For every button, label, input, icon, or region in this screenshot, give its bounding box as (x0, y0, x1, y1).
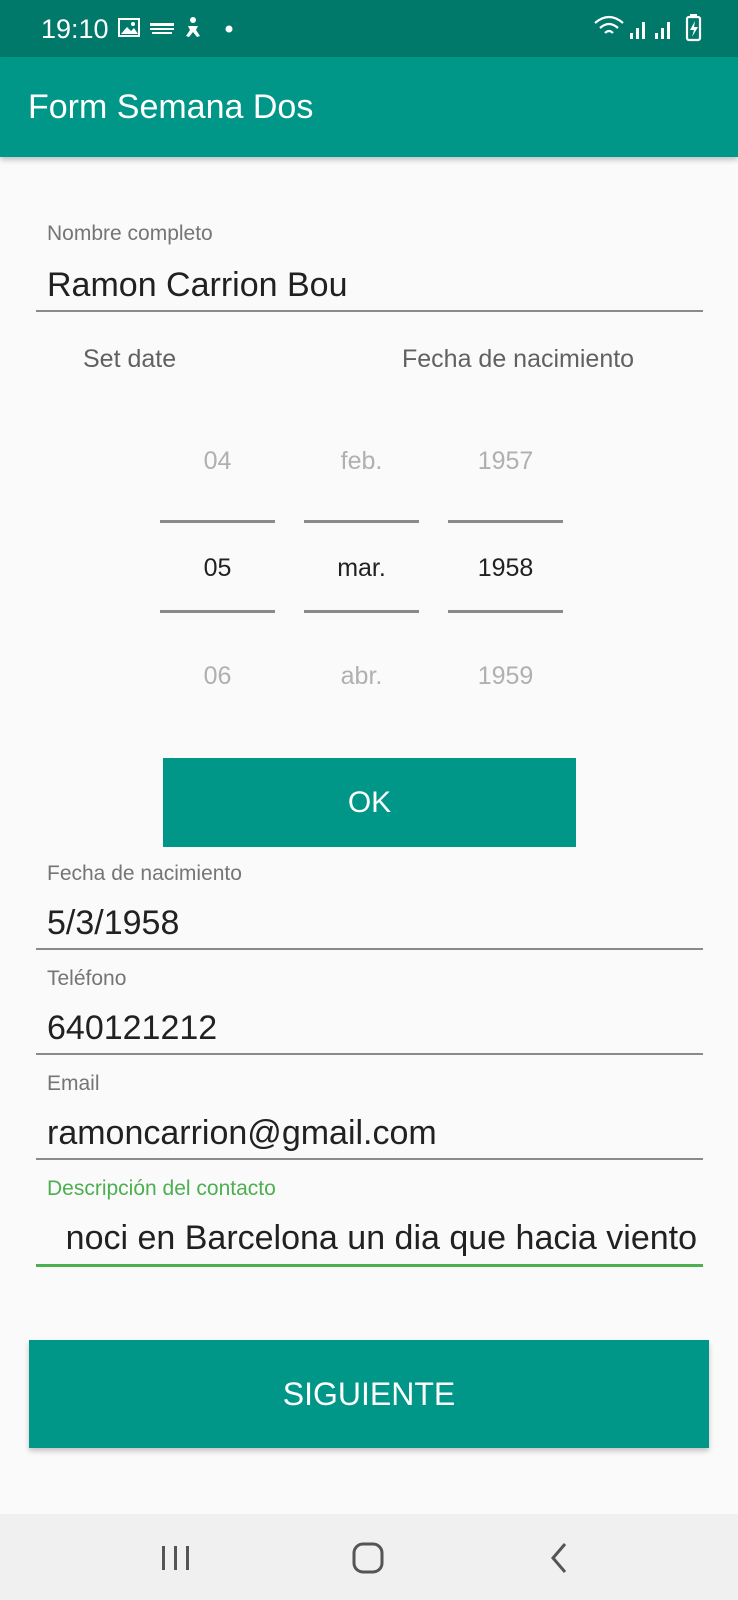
description-underline (36, 1264, 703, 1267)
full-name-label: Nombre completo (47, 222, 213, 245)
email-value: ramoncarrion@gmail.com (47, 1114, 437, 1152)
day-divider-top (160, 520, 275, 523)
day-selected[interactable]: 05 (160, 554, 275, 583)
birth-date-underline (36, 948, 703, 950)
full-name-underline (36, 310, 703, 312)
description-value: noci en Barcelona un dia que hacia vient… (65, 1219, 697, 1257)
dot-icon (225, 25, 233, 33)
recent-apps-icon[interactable] (154, 1536, 198, 1580)
app-bar: Form Semana Dos (0, 57, 738, 157)
wifi-icon (594, 15, 624, 34)
email-field[interactable]: Email ramoncarrion@gmail.com (36, 1072, 703, 1162)
day-spinner[interactable]: 04 05 06 (160, 420, 275, 710)
year-divider-bottom (448, 610, 563, 613)
year-selected[interactable]: 1958 (448, 554, 563, 583)
day-divider-bottom (160, 610, 275, 613)
birth-date-label: Fecha de nacimiento (47, 862, 242, 885)
status-right-icons (594, 14, 702, 42)
signal-icon (630, 22, 645, 39)
date-picker-set-date-title: Set date (83, 345, 177, 373)
year-prev[interactable]: 1957 (448, 447, 563, 476)
day-prev[interactable]: 04 (160, 447, 275, 476)
full-name-field[interactable]: Nombre completo Ramon Carrion Bou (36, 222, 703, 314)
radio-app-icon (150, 23, 174, 34)
date-picker-field-title: Fecha de nacimiento (402, 345, 635, 373)
ok-button[interactable]: OK (163, 758, 576, 847)
phone-underline (36, 1053, 703, 1055)
next-button[interactable]: SIGUIENTE (29, 1340, 709, 1448)
year-next[interactable]: 1959 (448, 662, 563, 691)
phone-field[interactable]: Teléfono 640121212 (36, 967, 703, 1057)
status-time: 19:10 (41, 14, 109, 44)
birth-date-value: 5/3/1958 (47, 904, 180, 942)
email-underline (36, 1158, 703, 1160)
full-name-value: Ramon Carrion Bou (47, 266, 348, 304)
email-label: Email (47, 1072, 100, 1095)
accessibility-icon (186, 17, 200, 37)
month-divider-top (304, 520, 419, 523)
month-next[interactable]: abr. (304, 662, 419, 691)
phone-label: Teléfono (47, 967, 127, 990)
status-bar: 19:10 (0, 0, 738, 57)
status-left-icons (118, 17, 233, 37)
description-label: Descripción del contacto (47, 1177, 276, 1200)
birth-date-field[interactable]: Fecha de nacimiento 5/3/1958 (36, 862, 703, 952)
navigation-bar (0, 1514, 738, 1600)
description-field[interactable]: Descripción del contacto noci en Barcelo… (36, 1177, 703, 1269)
home-icon[interactable] (346, 1536, 390, 1580)
day-next[interactable]: 06 (160, 662, 275, 691)
month-spinner[interactable]: feb. mar. abr. (304, 420, 419, 710)
month-prev[interactable]: feb. (304, 447, 419, 476)
signal-icon (655, 22, 670, 39)
month-selected[interactable]: mar. (304, 554, 419, 583)
phone-value: 640121212 (47, 1009, 218, 1047)
month-divider-bottom (304, 610, 419, 613)
back-icon[interactable] (538, 1536, 582, 1580)
battery-charging-icon (685, 14, 702, 42)
year-divider-top (448, 520, 563, 523)
year-spinner[interactable]: 1957 1958 1959 (448, 420, 563, 710)
app-title: Form Semana Dos (28, 88, 314, 126)
description-scroll: noci en Barcelona un dia que hacia vient… (47, 1219, 697, 1263)
image-icon (118, 18, 140, 37)
